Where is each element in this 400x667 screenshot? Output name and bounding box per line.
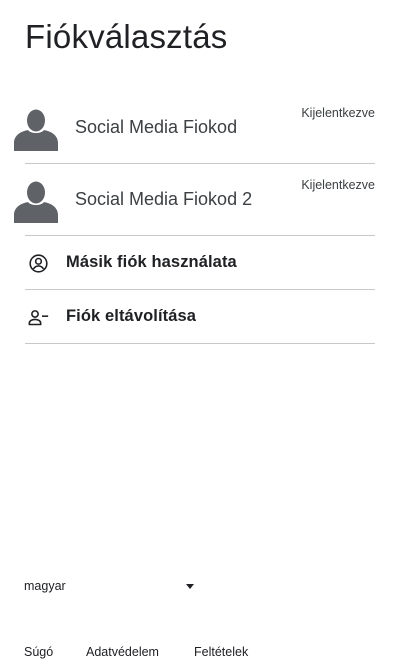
language-select[interactable]: magyar [24, 576, 204, 598]
account-name: Social Media Fiokod [75, 117, 238, 137]
use-another-account-label: Másik fiók használata [66, 253, 237, 271]
use-another-account-button[interactable]: Másik fiók használata [0, 236, 400, 290]
terms-link[interactable]: Feltételek [194, 645, 248, 659]
privacy-link[interactable]: Adatvédelem [86, 645, 159, 659]
person-silhouette-icon [14, 181, 58, 223]
account-circle-icon [29, 254, 48, 273]
account-item-1[interactable]: Social Media Fiokod Kijelentkezve [0, 92, 400, 164]
language-label: magyar [24, 579, 66, 593]
chevron-down-icon [186, 584, 194, 589]
person-remove-icon [28, 310, 49, 326]
remove-account-button[interactable]: Fiók eltávolítása [0, 290, 400, 344]
account-name: Social Media Fiokod 2 [75, 189, 253, 209]
account-status: Kijelentkezve [301, 106, 375, 120]
account-status: Kijelentkezve [301, 178, 375, 192]
remove-account-label: Fiók eltávolítása [66, 307, 197, 325]
page-title: Fiókválasztás [25, 18, 228, 55]
help-link[interactable]: Súgó [24, 645, 53, 659]
person-silhouette-icon [14, 109, 58, 151]
divider [25, 343, 375, 344]
account-item-2[interactable]: Social Media Fiokod 2 Kijelentkezve [0, 164, 400, 236]
